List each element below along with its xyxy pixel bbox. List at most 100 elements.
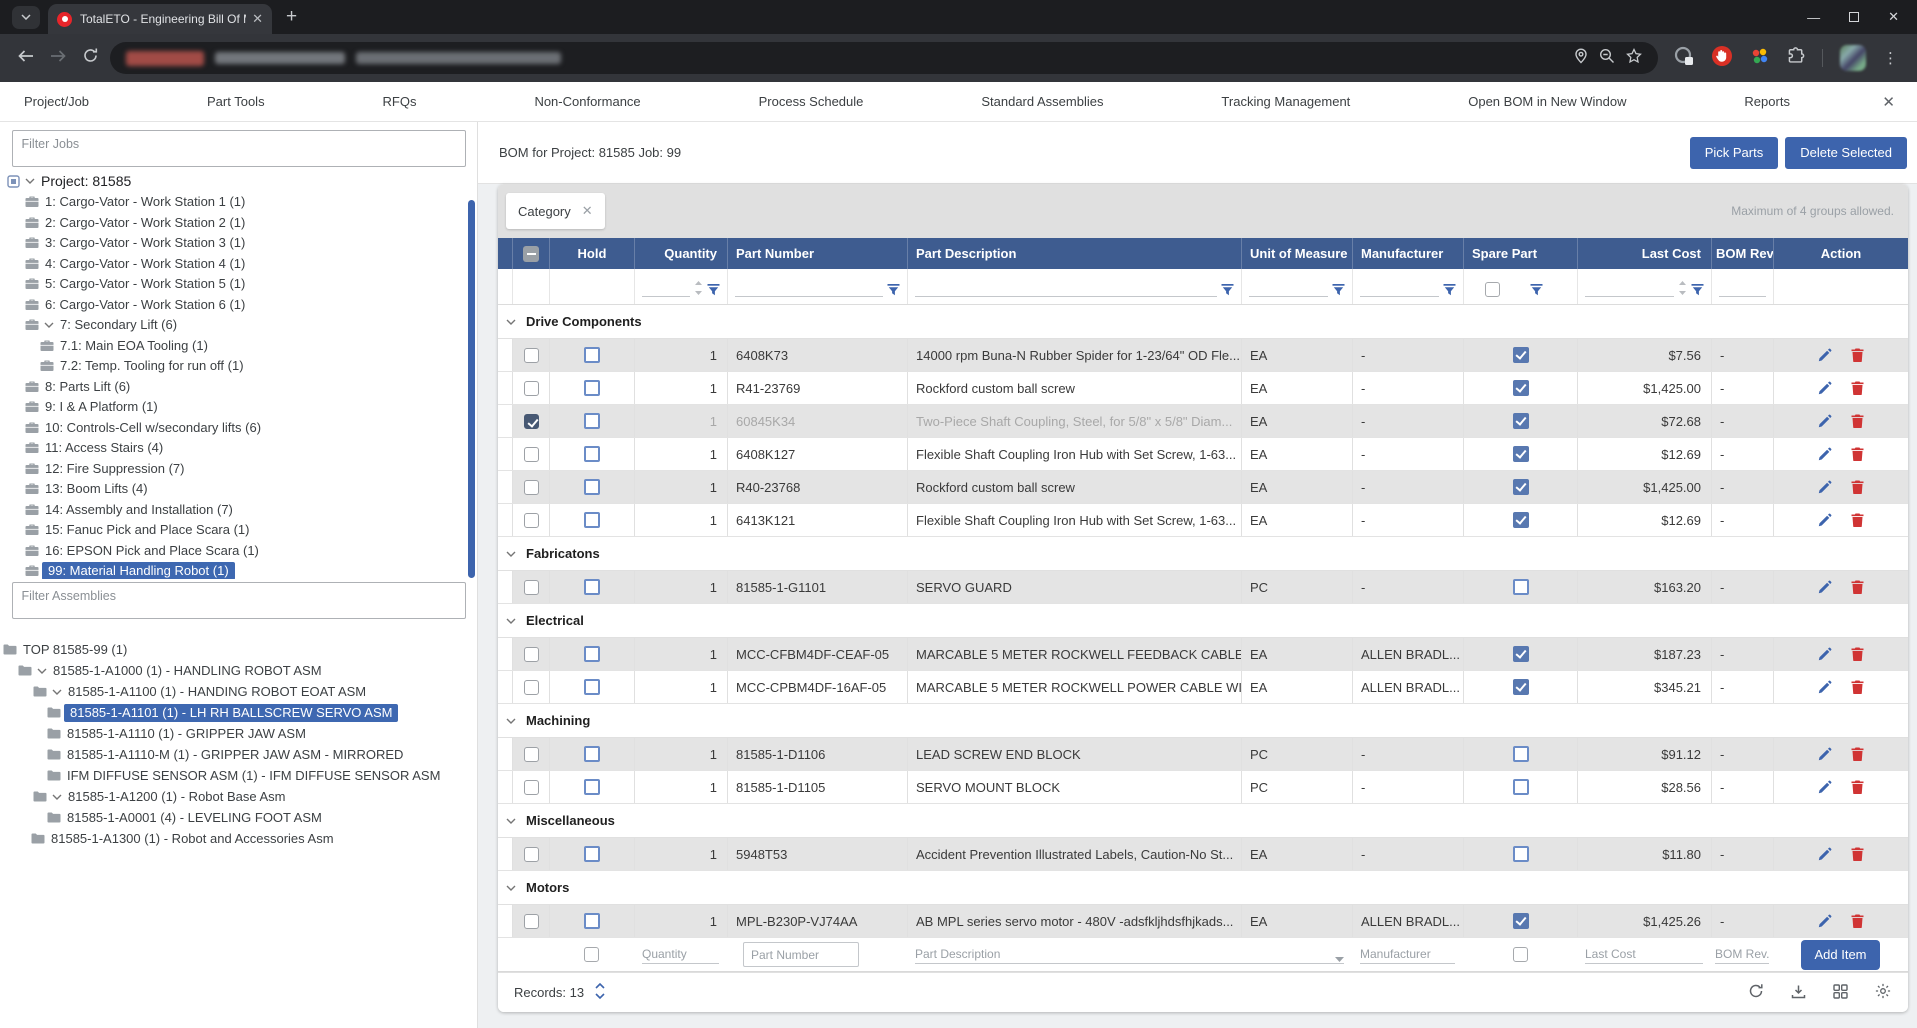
assembly-top-81585-99-1[interactable]: TOP 81585-99 (1) bbox=[0, 639, 477, 660]
chevron-down-icon[interactable] bbox=[37, 668, 47, 674]
add-part-description-input[interactable] bbox=[915, 945, 1335, 963]
close-icon[interactable]: ✕ bbox=[1882, 93, 1895, 111]
delete-icon[interactable] bbox=[1851, 447, 1864, 461]
spare-part-checkbox[interactable] bbox=[1513, 479, 1529, 495]
assembly-81585-1-a1200-1-robot-base-asm[interactable]: 81585-1-A1200 (1) - Robot Base Asm bbox=[0, 786, 477, 807]
filter-uom-input[interactable] bbox=[1249, 278, 1328, 296]
spare-part-checkbox[interactable] bbox=[1513, 446, 1529, 462]
row-select-checkbox[interactable] bbox=[524, 414, 539, 429]
row-select-checkbox[interactable] bbox=[524, 348, 539, 363]
chevron-down-icon[interactable] bbox=[506, 618, 516, 624]
window-minimize-button[interactable]: — bbox=[1807, 10, 1820, 25]
edit-icon[interactable] bbox=[1818, 348, 1832, 362]
job-project-81585[interactable]: Project: 81585 bbox=[0, 171, 477, 192]
hold-checkbox[interactable] bbox=[584, 846, 600, 862]
chevron-down-icon[interactable] bbox=[52, 689, 62, 695]
bom-row-mcc-cfbm4df-ceaf-05[interactable]: 1MCC-CFBM4DF-CEAF-05MARCABLE 5 METER ROC… bbox=[498, 638, 1908, 671]
assembly-81585-1-a1300-1-robot-and-accessories-as[interactable]: 81585-1-A1300 (1) - Robot and Accessorie… bbox=[0, 828, 477, 849]
add-quantity-input[interactable] bbox=[642, 945, 719, 963]
group-header-fabricatons[interactable]: Fabricatons bbox=[498, 537, 1908, 571]
chevron-down-icon[interactable] bbox=[44, 322, 54, 328]
window-close-button[interactable]: ✕ bbox=[1888, 9, 1899, 25]
hold-checkbox[interactable] bbox=[584, 646, 600, 662]
bom-row-6408k127[interactable]: 16408K127Flexible Shaft Coupling Iron Hu… bbox=[498, 438, 1908, 471]
spare-part-checkbox[interactable] bbox=[1513, 512, 1529, 528]
hold-checkbox[interactable] bbox=[584, 347, 600, 363]
select-all-checkbox[interactable] bbox=[523, 246, 539, 262]
assembly-81585-1-a1000-1-handling-robot-asm[interactable]: 81585-1-A1000 (1) - HANDLING ROBOT ASM bbox=[0, 660, 477, 681]
add-item-button[interactable]: Add Item bbox=[1801, 940, 1879, 970]
group-header-drive-components[interactable]: Drive Components bbox=[498, 305, 1908, 339]
spare-part-checkbox[interactable] bbox=[1513, 846, 1529, 862]
browser-menu-icon[interactable]: ⋮ bbox=[1883, 49, 1898, 67]
delete-icon[interactable] bbox=[1851, 580, 1864, 594]
delete-icon[interactable] bbox=[1851, 914, 1864, 928]
delete-icon[interactable] bbox=[1851, 480, 1864, 494]
filter-jobs-input[interactable] bbox=[12, 130, 466, 167]
delete-icon[interactable] bbox=[1851, 348, 1864, 362]
tab-search-button[interactable] bbox=[12, 6, 40, 29]
job-3-cargo-vator-work-station-3-1[interactable]: 3: Cargo-Vator - Work Station 3 (1) bbox=[0, 233, 477, 254]
bom-row-60845k34[interactable]: 160845K34Two-Piece Shaft Coupling, Steel… bbox=[498, 405, 1908, 438]
browser-tab[interactable]: TotalETO - Engineering Bill Of M... ✕ bbox=[48, 4, 272, 34]
job-5-cargo-vator-work-station-5-1[interactable]: 5: Cargo-Vator - Work Station 5 (1) bbox=[0, 274, 477, 295]
group-header-motors[interactable]: Motors bbox=[498, 871, 1908, 905]
extensions-puzzle-icon[interactable] bbox=[1787, 47, 1805, 70]
row-select-checkbox[interactable] bbox=[524, 914, 539, 929]
job-13-boom-lifts-4[interactable]: 13: Boom Lifts (4) bbox=[0, 479, 477, 500]
chevron-down-icon[interactable] bbox=[52, 794, 62, 800]
photos-icon[interactable] bbox=[1750, 46, 1770, 71]
sort-spinner-icon[interactable] bbox=[1678, 280, 1687, 297]
group-header-machining[interactable]: Machining bbox=[498, 704, 1908, 738]
job-10-controls-cell-w-secondary-lifts-6[interactable]: 10: Controls-Cell w/secondary lifts (6) bbox=[0, 417, 477, 438]
spare-part-checkbox[interactable] bbox=[1513, 779, 1529, 795]
bom-row-6413k121[interactable]: 16413K121Flexible Shaft Coupling Iron Hu… bbox=[498, 504, 1908, 537]
back-button[interactable] bbox=[10, 48, 42, 69]
filter-funnel-icon[interactable] bbox=[1221, 284, 1234, 297]
row-select-checkbox[interactable] bbox=[524, 647, 539, 662]
chevron-down-icon[interactable] bbox=[506, 551, 516, 557]
bom-row-5948t53[interactable]: 15948T53Accident Prevention Illustrated … bbox=[498, 838, 1908, 871]
add-part-number-input[interactable] bbox=[743, 942, 859, 967]
assembly-81585-1-a0001-4-leveling-foot-asm[interactable]: 81585-1-A0001 (4) - LEVELING FOOT ASM bbox=[0, 807, 477, 828]
hold-checkbox[interactable] bbox=[584, 746, 600, 762]
col-part-description[interactable]: Part Description bbox=[907, 238, 1241, 269]
group-chip-category[interactable]: Category ✕ bbox=[506, 193, 605, 229]
add-bom-rev-input[interactable] bbox=[1715, 945, 1769, 963]
filter-part-description-input[interactable] bbox=[915, 278, 1217, 296]
adblock-hand-icon[interactable] bbox=[1711, 45, 1733, 72]
spare-part-checkbox[interactable] bbox=[1513, 646, 1529, 662]
nav-item-process-schedule[interactable]: Process Schedule bbox=[759, 94, 864, 109]
col-last-cost[interactable]: Last Cost bbox=[1577, 238, 1711, 269]
edit-icon[interactable] bbox=[1818, 914, 1832, 928]
edit-icon[interactable] bbox=[1818, 780, 1832, 794]
assembly-81585-1-a1110-1-gripper-jaw-asm[interactable]: 81585-1-A1110 (1) - GRIPPER JAW ASM bbox=[0, 723, 477, 744]
delete-icon[interactable] bbox=[1851, 747, 1864, 761]
job-16-epson-pick-and-place-scara-1[interactable]: 16: EPSON Pick and Place Scara (1) bbox=[0, 540, 477, 561]
chevron-down-icon[interactable] bbox=[506, 319, 516, 325]
col-bom-rev[interactable]: BOM Rev. bbox=[1711, 238, 1773, 269]
refresh-icon[interactable] bbox=[1748, 983, 1764, 1002]
edit-icon[interactable] bbox=[1818, 680, 1832, 694]
tab-close-icon[interactable]: ✕ bbox=[252, 11, 263, 27]
edit-icon[interactable] bbox=[1818, 414, 1832, 428]
chevron-down-icon[interactable] bbox=[506, 718, 516, 724]
job-1-cargo-vator-work-station-1-1[interactable]: 1: Cargo-Vator - Work Station 1 (1) bbox=[0, 192, 477, 213]
add-last-cost-input[interactable] bbox=[1585, 945, 1703, 963]
filter-funnel-icon[interactable] bbox=[1530, 284, 1543, 297]
spare-part-checkbox[interactable] bbox=[1513, 913, 1529, 929]
filter-assemblies-input[interactable] bbox=[12, 582, 466, 619]
filter-spare-part-checkbox[interactable] bbox=[1485, 282, 1500, 297]
filter-bom-rev-input[interactable] bbox=[1719, 278, 1766, 296]
filter-manufacturer-input[interactable] bbox=[1360, 278, 1439, 296]
row-select-checkbox[interactable] bbox=[524, 447, 539, 462]
delete-icon[interactable] bbox=[1851, 847, 1864, 861]
filter-quantity-input[interactable] bbox=[642, 278, 690, 296]
edit-icon[interactable] bbox=[1818, 447, 1832, 461]
spare-part-checkbox[interactable] bbox=[1513, 413, 1529, 429]
delete-icon[interactable] bbox=[1851, 513, 1864, 527]
hold-checkbox[interactable] bbox=[584, 913, 600, 929]
bom-row-r40-23768[interactable]: 1R40-23768Rockford custom ball screwEA-$… bbox=[498, 471, 1908, 504]
row-select-checkbox[interactable] bbox=[524, 680, 539, 695]
job-15-fanuc-pick-and-place-scara-1[interactable]: 15: Fanuc Pick and Place Scara (1) bbox=[0, 520, 477, 541]
